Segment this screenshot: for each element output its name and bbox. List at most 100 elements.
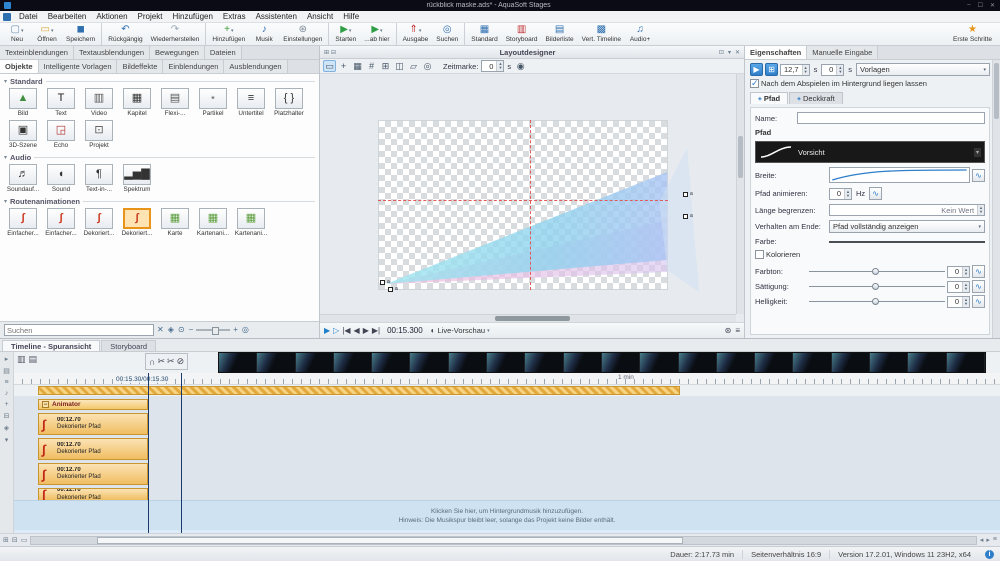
filter-icon[interactable]: ◈ <box>168 325 174 335</box>
object-item[interactable]: ∫ Dekoriert... <box>118 208 156 237</box>
skip-start-icon[interactable]: |◀ <box>342 326 350 335</box>
safe-area-icon[interactable]: ◫ <box>393 60 406 72</box>
toolbox-tab[interactable]: Texteinblendungen <box>0 46 74 59</box>
view-vertical-timeline-button[interactable]: ▩ Vert. Timeline <box>578 23 625 45</box>
object-item[interactable]: ∫ Dekoriert... <box>80 208 118 237</box>
cut-all-icon[interactable]: ✂ <box>167 356 175 367</box>
slider-spinner[interactable]: 0 ▲▼ <box>947 266 970 278</box>
background-music-track[interactable]: Klicken Sie hier, um Hintergrundmusik hi… <box>14 500 1000 530</box>
film-icon[interactable]: ▥ <box>17 354 26 365</box>
slider-curve-button[interactable]: ∿ <box>972 280 985 293</box>
view-imagelist-button[interactable]: ▤ Bilderliste <box>541 23 577 45</box>
canvas-horizontal-scrollbar[interactable] <box>320 314 736 322</box>
properties-tab[interactable]: Manuelle Eingabe <box>807 46 878 59</box>
toolbox-tab[interactable]: Bewegungen <box>150 46 205 59</box>
timeline-thumbnail[interactable] <box>947 353 985 372</box>
timeline-thumbnail[interactable] <box>640 353 678 372</box>
section-header-audio[interactable]: ▾ Audio <box>4 153 315 162</box>
object-item[interactable]: ◖ Sound <box>42 164 80 193</box>
expand-tracks-icon[interactable]: ▸ <box>5 355 9 363</box>
animate-curve-button[interactable]: ∿ <box>869 187 882 200</box>
object-item[interactable]: ▂▅▇ Spektrum <box>118 164 156 193</box>
tl-scroll-left-icon[interactable]: ◂ <box>980 536 984 544</box>
timeline-thumbnail[interactable] <box>717 353 755 372</box>
timeline-thumbnail[interactable] <box>449 353 487 372</box>
offset-spinner[interactable]: 0 ▲▼ <box>821 64 844 76</box>
minimize-button[interactable]: – <box>967 2 970 9</box>
menu-item[interactable]: Aktionen <box>91 12 132 21</box>
slider-spinner[interactable]: 0 ▲▼ <box>947 281 970 293</box>
object-item[interactable]: ♬ Soundauf... <box>4 164 42 193</box>
playhead-line[interactable] <box>148 373 149 533</box>
timeline-thumbnail[interactable] <box>219 353 257 372</box>
zoom-out-icon[interactable]: − <box>189 325 194 335</box>
toolbox-tab[interactable]: Dateien <box>205 46 242 59</box>
timeline-body[interactable]: ▸▤≡♪+⊟◈▾ ▥▤ ∩✂✂⊘ 1 min 00:15.30/00:15.30… <box>0 352 1000 533</box>
preview-icon[interactable]: ⊙ <box>178 325 185 335</box>
skip-end-icon[interactable]: ▶| <box>372 326 380 335</box>
colorize-row[interactable]: Kolorieren <box>755 250 985 259</box>
properties-tab[interactable]: Eigenschaften <box>745 46 807 59</box>
step-forward-icon[interactable]: ▶ <box>363 326 369 335</box>
close-button[interactable]: ✕ <box>990 2 995 9</box>
timeline-thumbnail[interactable] <box>410 353 448 372</box>
film-add-icon[interactable]: ▤ <box>29 354 38 365</box>
view-audio-button[interactable]: ♫ Audio+ <box>625 23 655 45</box>
keep-background-checkbox[interactable] <box>750 79 759 88</box>
view-storyboard-button[interactable]: ▥ Storyboard <box>502 23 542 45</box>
settings-button[interactable]: ⊛ Einstellungen <box>279 23 326 45</box>
canvas-vertical-scrollbar[interactable] <box>736 74 744 314</box>
track-item[interactable]: ∫ 00:12.70 Dekorierter Pfad <box>38 438 148 460</box>
timeline-tracks[interactable]: − Animator ∫ 00:12.70 Dekorierter Pfad <box>14 396 1000 533</box>
timeline-thumbnail[interactable] <box>755 353 793 372</box>
slider-curve-button[interactable]: ∿ <box>972 265 985 278</box>
path-handle[interactable]: a <box>683 214 688 219</box>
menu-item[interactable]: Assistenten <box>251 12 302 21</box>
timeline-thumbnail[interactable] <box>564 353 602 372</box>
expand-button[interactable]: ⊞ <box>765 63 778 76</box>
timeline-thumbnail[interactable] <box>602 353 640 372</box>
width-curve-button[interactable]: ∿ <box>972 169 985 182</box>
keep-background-row[interactable]: Nach dem Abspielen im Hintergrund liegen… <box>750 79 990 88</box>
object-item[interactable]: ≡ Untertitel <box>232 88 270 117</box>
path-handle[interactable]: a <box>683 192 688 197</box>
apply-button[interactable]: ▶ <box>750 63 763 76</box>
object-item[interactable]: ∫ Einfacher... <box>42 208 80 237</box>
path-style-dropdown[interactable]: Vorsicht ▾ <box>755 141 985 163</box>
float-icon[interactable]: ⊟ <box>331 49 336 56</box>
add-button[interactable]: + Hinzufügen <box>205 23 249 45</box>
section-header-standard[interactable]: ▾ Standard <box>4 77 315 86</box>
timeline-thumbnail[interactable] <box>832 353 870 372</box>
slider-curve-button[interactable]: ∿ <box>972 295 985 308</box>
timeline-selection-bar[interactable] <box>38 386 680 395</box>
timeline-thumbnail[interactable] <box>525 353 563 372</box>
menu-item[interactable]: Datei <box>14 12 43 21</box>
toolbox-tab[interactable]: Einblendungen <box>163 60 224 73</box>
duration-spinner[interactable]: 12,7 ▲▼ <box>780 64 810 76</box>
search-input[interactable] <box>4 324 154 336</box>
add-track-icon[interactable]: + <box>4 401 8 408</box>
undo-button[interactable]: ↶ Rückgängig <box>101 23 146 45</box>
timeline-thumbnail[interactable] <box>908 353 946 372</box>
object-item[interactable]: ∫ Einfacher... <box>4 208 42 237</box>
magnifier-icon[interactable]: ◎ <box>242 325 249 335</box>
save-button[interactable]: ◼ Speichern <box>62 23 99 45</box>
play-from-here-button[interactable]: ▶ ...ab hier <box>360 23 393 45</box>
color-strip[interactable] <box>829 241 985 243</box>
close-panel-icon[interactable]: ✕ <box>735 49 740 56</box>
music-button[interactable]: ♪ Musik <box>249 23 279 45</box>
zoom-mode-icon[interactable]: ◎ <box>421 60 434 72</box>
timeline-thumbnail[interactable] <box>793 353 831 372</box>
render-settings-icon[interactable]: ⊛ <box>725 326 732 335</box>
track-item[interactable]: ∫ 00:12.70 Dekorierter Pfad <box>38 488 148 500</box>
timeline-thumbnail[interactable] <box>679 353 717 372</box>
clear-search-icon[interactable]: ✕ <box>157 325 164 335</box>
timeline-horizontal-scrollbar[interactable] <box>30 536 977 545</box>
width-curve-editor[interactable] <box>829 167 970 183</box>
object-item[interactable]: ▲ Bild <box>4 88 42 117</box>
tl-zoom-sel-icon[interactable]: ▭ <box>21 536 28 544</box>
music-track-extension[interactable] <box>14 530 1000 533</box>
object-item[interactable]: ▦ Kapitel <box>118 88 156 117</box>
toolbox-tab[interactable]: Bildeffekte <box>117 60 163 73</box>
preset-dropdown[interactable]: Vorlagen ▾ <box>856 63 990 76</box>
